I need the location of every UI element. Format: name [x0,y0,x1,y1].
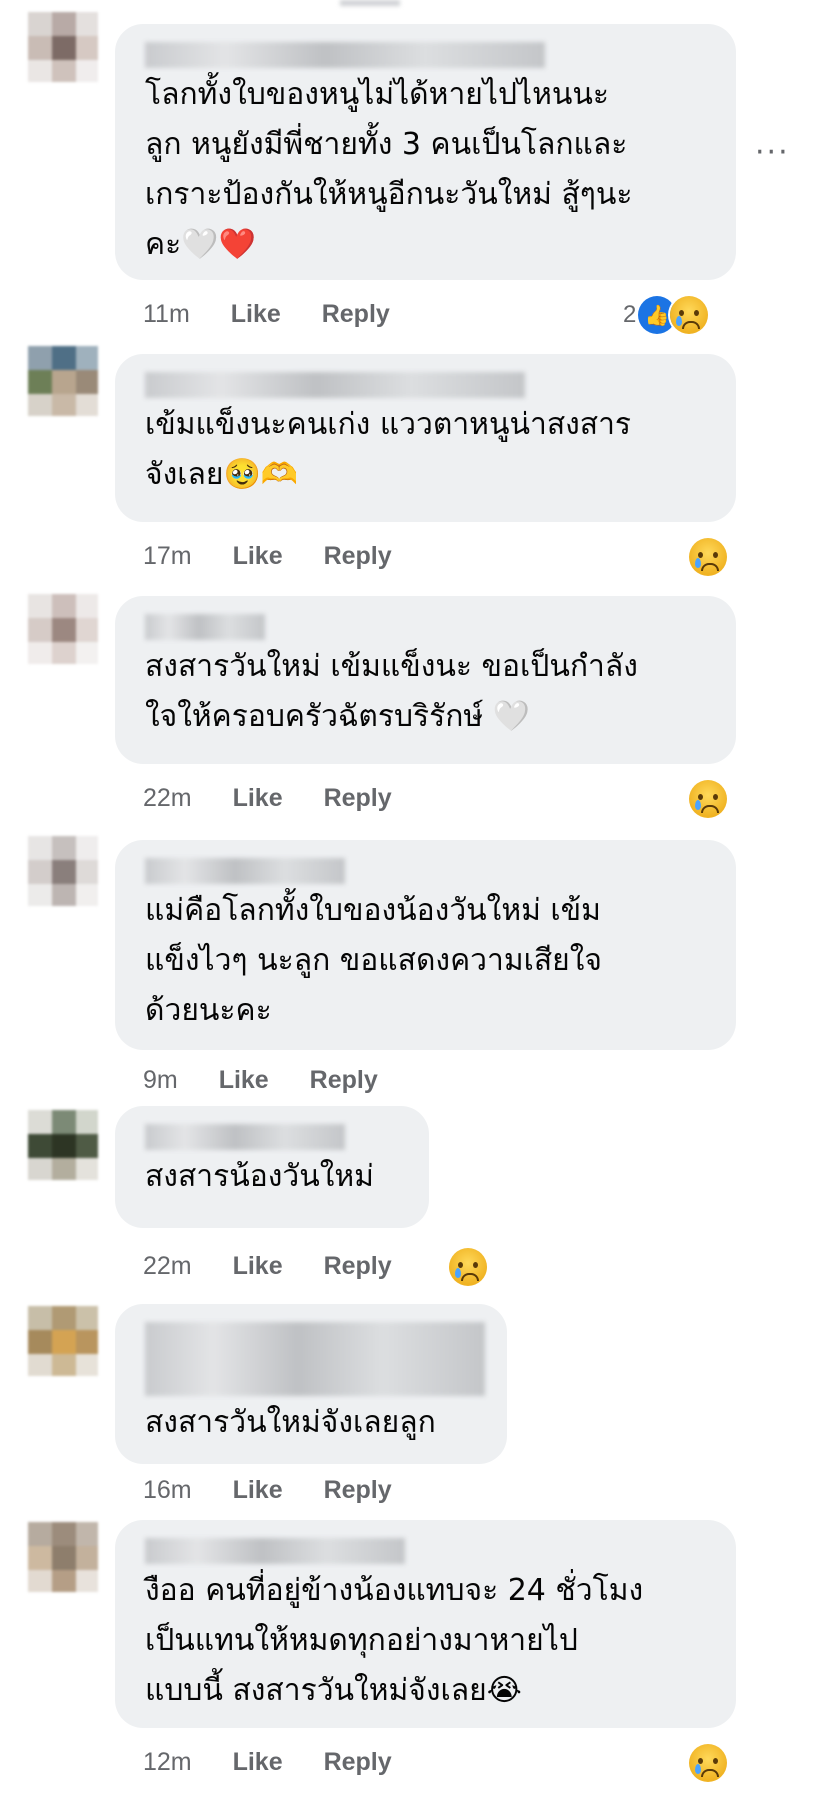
reaction-summary[interactable]: 2 👍 [623,294,709,335]
comment-actions: 9m Like Reply [143,1066,412,1095]
comment-text: สงสารน้องวันใหม่ [145,1159,374,1194]
sad-reaction-icon [670,295,709,334]
comment-bubble: สงสารน้องวันใหม่ [115,1106,429,1228]
avatar[interactable] [28,12,98,82]
comment-time: 11m [143,300,190,328]
ellipsis-icon[interactable]: ··· [755,135,790,170]
reply-button[interactable]: Reply [324,1476,392,1504]
comment-time: 22m [143,784,192,812]
comment-text: แม่คือโลกทั้งใบของน้องวันใหม่ เข้ม แข็งไ… [145,893,602,1028]
reaction-summary[interactable] [689,1742,727,1782]
reply-button[interactable]: Reply [324,1252,392,1280]
comment-time: 9m [143,1066,178,1094]
reaction-summary[interactable] [689,778,727,818]
sad-reaction-icon [689,1743,727,1782]
sad-reaction-icon [449,1247,487,1286]
comment-actions: 11m Like Reply [143,300,424,329]
comment-actions: 12m Like Reply [143,1748,426,1777]
blurred-commenter-name[interactable] [145,42,714,68]
reply-button[interactable]: Reply [324,542,392,570]
reaction-summary[interactable] [449,1246,487,1286]
comment-bubble: โลกทั้งใบของหนูไม่ได้หายไปไหนนะ ลูก หนูย… [115,24,736,280]
blurred-commenter-name[interactable] [145,1538,714,1564]
comment-text: สงสารวันใหม่จังเลยลูก [145,1405,436,1440]
avatar[interactable] [28,836,98,906]
comment-text: งืออ คนที่อยู่ข้างน้องแทบจะ 24 ชั่วโมง เ… [145,1573,644,1708]
blurred-commenter-name[interactable] [145,372,714,398]
reply-button[interactable]: Reply [324,784,392,812]
comment-actions: 22m Like Reply [143,784,426,813]
comment-time: 12m [143,1748,192,1776]
avatar[interactable] [28,1522,98,1592]
comment-bubble: สงสารวันใหม่ เข้มแข็งนะ ขอเป็นกำลัง ใจให… [115,596,736,764]
previous-comment-sliver [340,0,400,6]
blurred-commenter-name[interactable] [145,1124,407,1150]
reply-button[interactable]: Reply [324,1748,392,1776]
avatar[interactable] [28,1306,98,1376]
comment-actions: 22m Like Reply [143,1252,426,1281]
like-button[interactable]: Like [233,1252,283,1280]
reaction-count: 2 [623,300,637,328]
avatar[interactable] [28,594,98,664]
comment-bubble: งืออ คนที่อยู่ข้างน้องแทบจะ 24 ชั่วโมง เ… [115,1520,736,1728]
comment-bubble: เข้มแข็งนะคนเก่ง แววตาหนูน่าสงสาร จังเลย… [115,354,736,522]
sad-reaction-icon [689,779,727,818]
comment-time: 16m [143,1476,192,1504]
like-button[interactable]: Like [231,300,281,328]
reaction-summary[interactable] [689,536,727,576]
reply-button[interactable]: Reply [310,1066,378,1094]
avatar[interactable] [28,346,98,416]
like-button[interactable]: Like [233,542,283,570]
like-button[interactable]: Like [219,1066,269,1094]
comment-bubble: สงสารวันใหม่จังเลยลูก [115,1304,507,1464]
sad-reaction-icon [689,537,727,576]
comment-actions: 16m Like Reply [143,1476,426,1505]
comment-time: 17m [143,542,192,570]
comment-text: โลกทั้งใบของหนูไม่ได้หายไปไหนนะ ลูก หนูย… [145,77,633,262]
like-button[interactable]: Like [233,784,283,812]
like-button[interactable]: Like [233,1748,283,1776]
comment-time: 22m [143,1252,192,1280]
blurred-commenter-name[interactable] [145,858,714,884]
comment-bubble: แม่คือโลกทั้งใบของน้องวันใหม่ เข้ม แข็งไ… [115,840,736,1050]
comment-text: สงสารวันใหม่ เข้มแข็งนะ ขอเป็นกำลัง ใจให… [145,649,638,734]
comment-actions: 17m Like Reply [143,542,426,571]
like-button[interactable]: Like [233,1476,283,1504]
comment-text: เข้มแข็งนะคนเก่ง แววตาหนูน่าสงสาร จังเลย… [145,407,632,492]
avatar[interactable] [28,1110,98,1180]
reply-button[interactable]: Reply [322,300,390,328]
blurred-commenter-name[interactable] [145,1322,485,1396]
blurred-commenter-name[interactable] [145,614,714,640]
